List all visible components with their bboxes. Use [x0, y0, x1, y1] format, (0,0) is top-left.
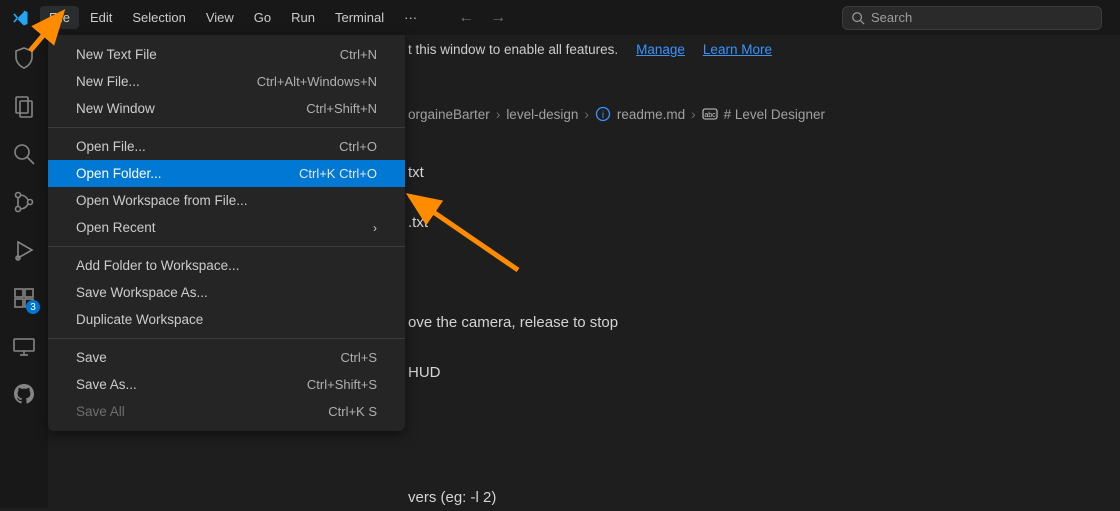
trust-manage-link[interactable]: Manage	[636, 42, 685, 57]
breadcrumb-segment[interactable]: # Level Designer	[724, 107, 825, 122]
heading-symbol-icon: abc	[702, 106, 718, 122]
chevron-right-icon: ›	[496, 107, 501, 122]
menu-overflow-icon[interactable]: ···	[395, 6, 426, 29]
menu-separator	[48, 246, 405, 247]
svg-text:abc: abc	[704, 112, 716, 119]
menu-save[interactable]: SaveCtrl+S	[48, 344, 405, 371]
menu-view[interactable]: View	[197, 6, 243, 29]
trust-learn-link[interactable]: Learn More	[703, 42, 772, 57]
trust-text: t this window to enable all features.	[408, 42, 618, 57]
menu-file[interactable]: File	[40, 6, 79, 29]
extensions-badge: 3	[26, 300, 40, 314]
menu-open-folder[interactable]: Open Folder...Ctrl+K Ctrl+O	[48, 160, 405, 187]
file-menu-dropdown: New Text FileCtrl+N New File...Ctrl+Alt+…	[48, 35, 405, 431]
vscode-logo-icon	[8, 6, 32, 30]
menu-edit[interactable]: Edit	[81, 6, 121, 29]
menu-separator	[48, 127, 405, 128]
breadcrumb-segment[interactable]: orgaineBarter	[408, 107, 490, 122]
menu-open-workspace[interactable]: Open Workspace from File...	[48, 187, 405, 214]
source-control-icon[interactable]	[11, 189, 37, 215]
menu-new-file[interactable]: New File...Ctrl+Alt+Windows+N	[48, 68, 405, 95]
chevron-right-icon: ›	[584, 107, 589, 122]
menu-open-recent[interactable]: Open Recent›	[48, 214, 405, 241]
search-icon	[851, 11, 865, 25]
nav-back-icon[interactable]: ←	[458, 9, 474, 27]
menu-save-workspace-as[interactable]: Save Workspace As...	[48, 279, 405, 306]
search-placeholder: Search	[871, 10, 912, 25]
menu-terminal[interactable]: Terminal	[326, 6, 393, 29]
search-activity-icon[interactable]	[11, 141, 37, 167]
chevron-right-icon: ›	[373, 221, 377, 235]
menu-go[interactable]: Go	[245, 6, 280, 29]
nav-forward-icon[interactable]: →	[490, 9, 506, 27]
menu-selection[interactable]: Selection	[123, 6, 194, 29]
breadcrumb-segment[interactable]: readme.md	[617, 107, 685, 122]
github-icon[interactable]	[11, 381, 37, 407]
explorer-icon[interactable]	[11, 93, 37, 119]
menu-new-text-file[interactable]: New Text FileCtrl+N	[48, 41, 405, 68]
extensions-icon[interactable]: 3	[11, 285, 37, 311]
menu-duplicate-workspace[interactable]: Duplicate Workspace	[48, 306, 405, 333]
menu-separator	[48, 338, 405, 339]
menu-open-file[interactable]: Open File...Ctrl+O	[48, 133, 405, 160]
menu-run[interactable]: Run	[282, 6, 324, 29]
info-file-icon: i	[595, 106, 611, 122]
titlebar: File Edit Selection View Go Run Terminal…	[0, 0, 1120, 35]
svg-text:i: i	[602, 110, 604, 121]
nav-arrows: ← →	[458, 9, 506, 27]
menu-new-window[interactable]: New WindowCtrl+Shift+N	[48, 95, 405, 122]
run-debug-icon[interactable]	[11, 237, 37, 263]
breadcrumb-segment[interactable]: level-design	[506, 107, 578, 122]
menu-save-as[interactable]: Save As...Ctrl+Shift+S	[48, 371, 405, 398]
chevron-right-icon: ›	[691, 107, 696, 122]
menu-add-folder-workspace[interactable]: Add Folder to Workspace...	[48, 252, 405, 279]
editor-text: txt .txt ove the camera, release to stop…	[408, 164, 618, 506]
menu-save-all[interactable]: Save AllCtrl+K S	[48, 398, 405, 425]
remote-icon[interactable]	[11, 333, 37, 359]
search-input[interactable]: Search	[842, 6, 1102, 30]
restricted-mode-icon[interactable]	[11, 45, 37, 71]
activity-bar: 3	[0, 35, 48, 508]
